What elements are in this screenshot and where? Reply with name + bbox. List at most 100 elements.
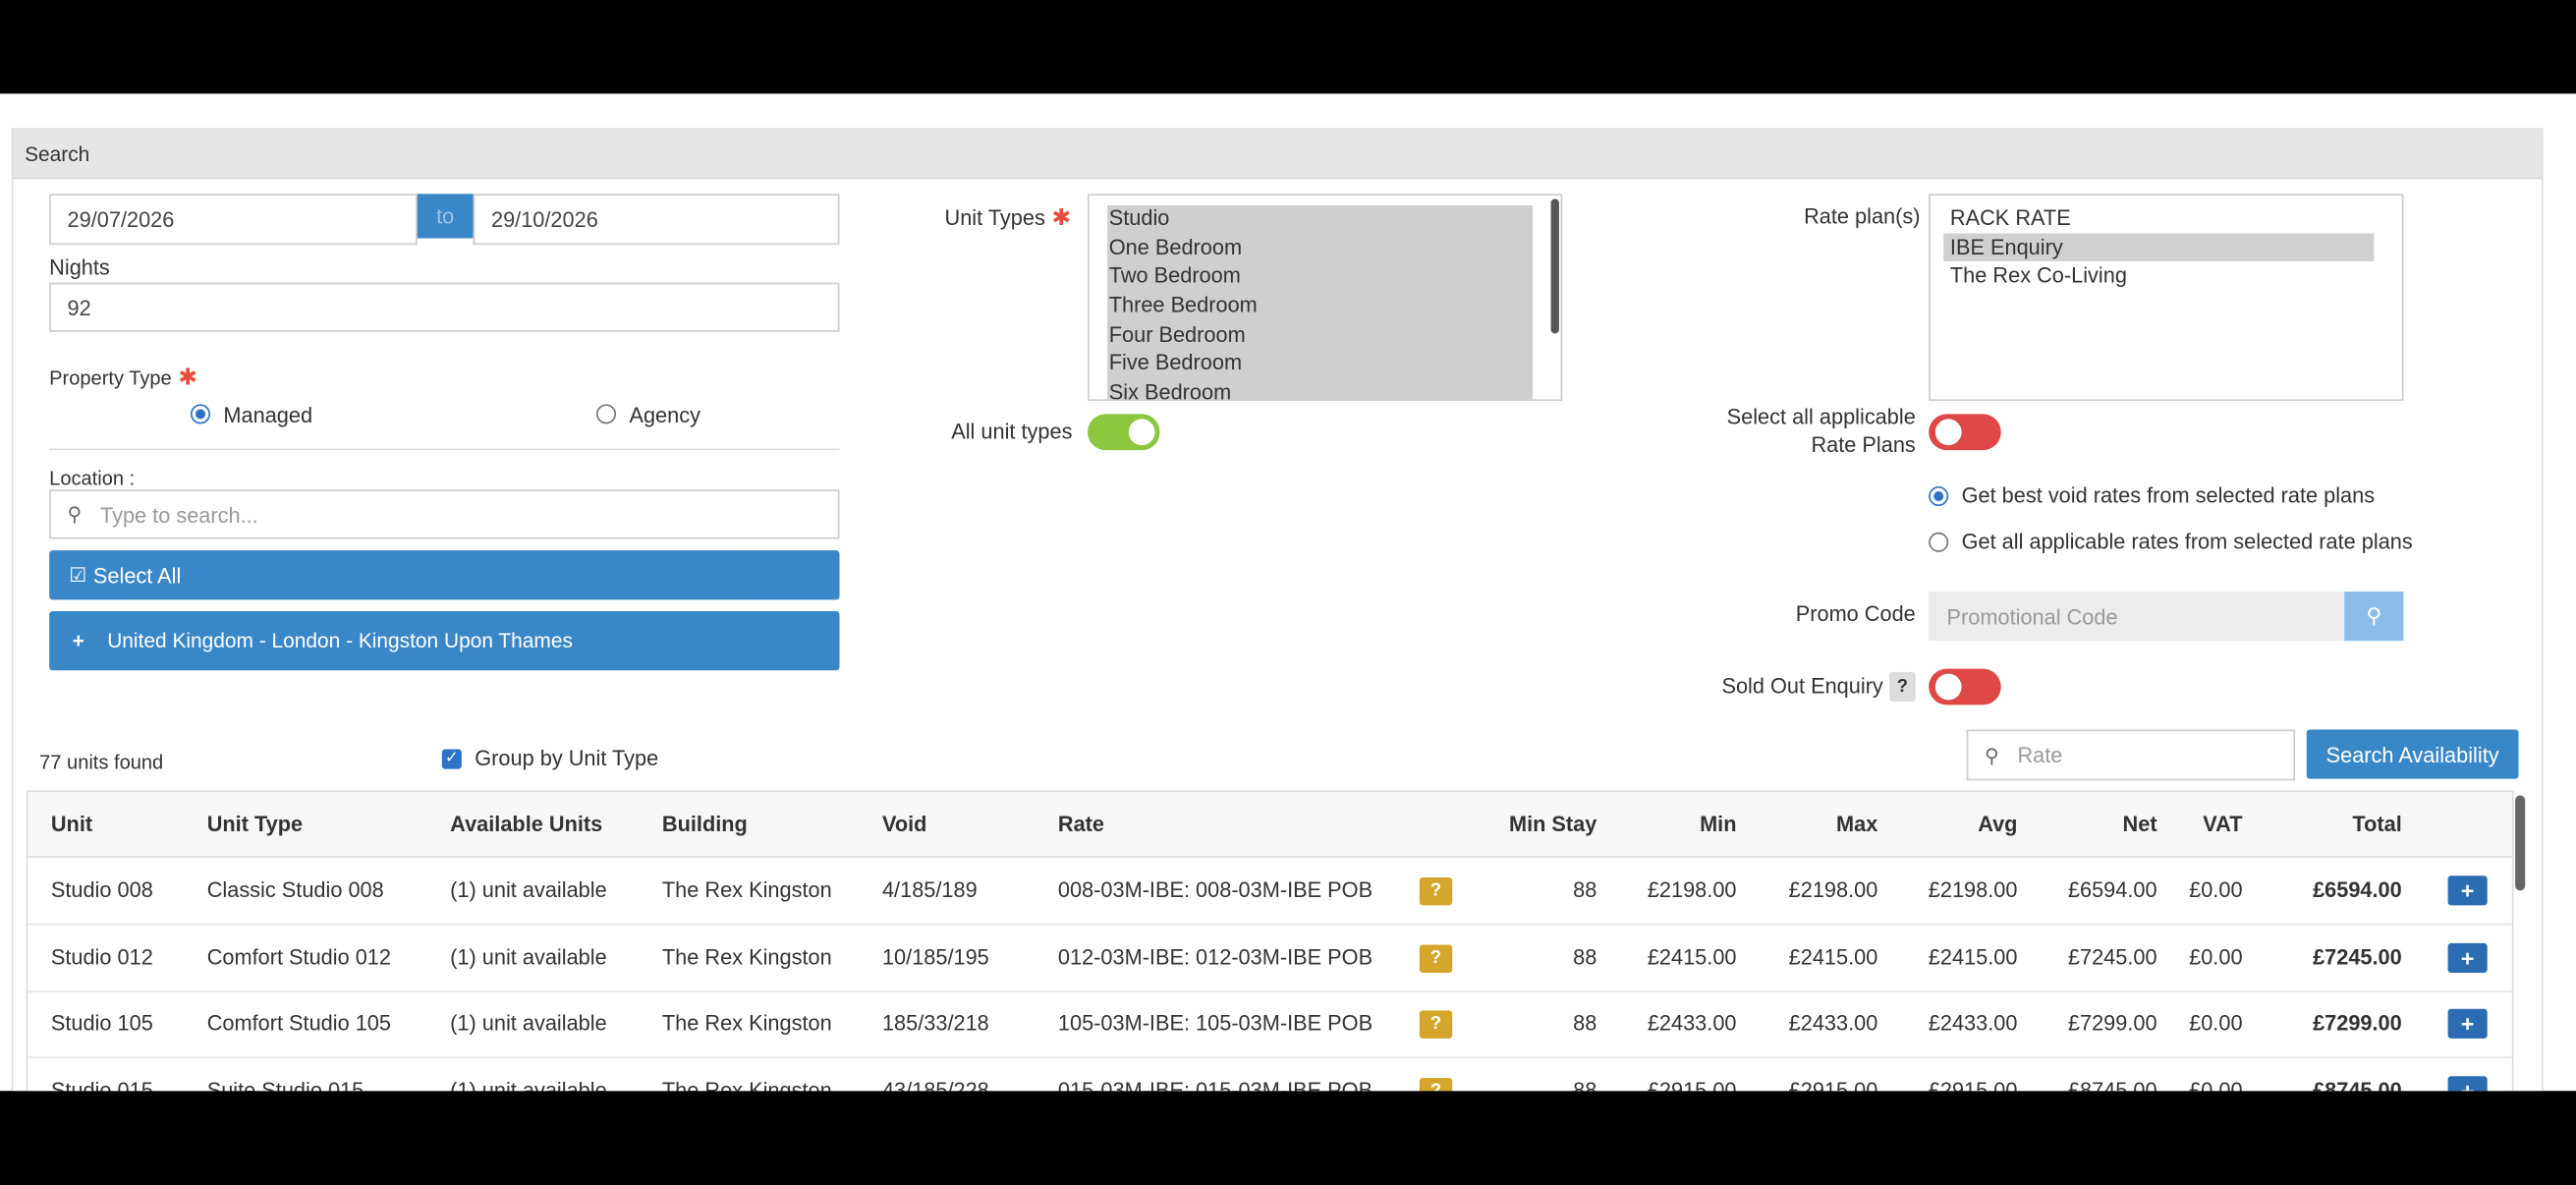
plus-icon: + xyxy=(72,629,84,652)
date-to-addon: to xyxy=(417,194,474,239)
all-unit-types-toggle[interactable] xyxy=(1087,414,1160,451)
unit-type-option[interactable]: Two Bedroom xyxy=(1102,262,1533,292)
cell-rate: 008-03M-IBE: 008-03M-IBE POB xyxy=(1057,876,1373,903)
add-unit-button[interactable]: + xyxy=(2447,1009,2488,1040)
unit-type-option[interactable]: Three Bedroom xyxy=(1102,291,1533,320)
unit-types-scrollbar[interactable] xyxy=(1550,198,1559,334)
column-header[interactable]: Min xyxy=(1605,792,1736,858)
cell-vat: £0.00 xyxy=(2189,1078,2243,1092)
info-badge-icon[interactable]: ? xyxy=(1419,876,1453,906)
date-to-input[interactable]: 29/10/2026 xyxy=(473,194,840,246)
units-found-count: 77 units found xyxy=(39,751,164,774)
unit-type-option[interactable]: Four Bedroom xyxy=(1102,320,1533,350)
column-header[interactable]: Total xyxy=(2259,792,2401,858)
rate-plans-listbox[interactable]: RACK RATE IBE Enquiry The Rex Co-Living xyxy=(1929,194,2404,402)
required-icon: ✱ xyxy=(178,363,198,390)
column-header[interactable]: Building xyxy=(662,792,875,858)
best-void-rates-label: Get best void rates from selected rate p… xyxy=(1961,482,2376,508)
column-header[interactable]: Unit xyxy=(51,792,198,858)
cell-net: £6594.00 xyxy=(2067,876,2157,903)
cell-building: The Rex Kingston xyxy=(661,1011,832,1037)
column-header[interactable]: Unit Type xyxy=(207,792,437,858)
column-header[interactable]: Void xyxy=(882,792,1046,858)
cell-rate: 012-03M-IBE: 012-03M-IBE POB xyxy=(1057,943,1373,970)
table-row: Studio 015 Suite Studio 015 (1) unit avail… xyxy=(28,1058,2511,1092)
rate-plan-option[interactable]: RACK RATE xyxy=(1943,203,2374,233)
group-by-label: Group by Unit Type xyxy=(475,746,659,771)
cell-net: £7245.00 xyxy=(2067,943,2157,970)
location-placeholder: Type to search... xyxy=(100,501,258,527)
checkbox-icon: ☑ xyxy=(69,563,87,587)
column-header[interactable]: VAT xyxy=(2168,792,2242,858)
best-void-rates-radio[interactable] xyxy=(1929,485,1949,507)
promo-code-input[interactable]: Promotional Code xyxy=(1929,591,2346,642)
unit-type-option[interactable]: Studio xyxy=(1102,203,1533,233)
cell-building: The Rex Kingston xyxy=(661,943,832,970)
cell-avg: £2433.00 xyxy=(1928,1011,2018,1037)
search-icon: ⚲ xyxy=(67,502,83,527)
promo-code-label: Promo Code xyxy=(1795,601,1916,627)
nights-input[interactable]: 92 xyxy=(49,282,840,332)
unit-type-option[interactable]: Six Bedroom xyxy=(1102,378,1533,399)
cell-unit: Studio 105 xyxy=(50,1011,153,1037)
sold-out-toggle[interactable] xyxy=(1929,668,2001,705)
info-badge-icon[interactable]: ? xyxy=(1419,1078,1453,1092)
rate-plan-option[interactable]: IBE Enquiry xyxy=(1943,232,2375,262)
column-header[interactable]: Rate xyxy=(1058,792,1403,858)
cell-rate: 015-03M-IBE: 015-03M-IBE POB xyxy=(1057,1078,1373,1092)
cell-building: The Rex Kingston xyxy=(661,876,832,903)
search-availability-button[interactable]: Search Availability xyxy=(2306,729,2519,779)
select-all-rate-plans-toggle[interactable] xyxy=(1929,414,2001,451)
column-header[interactable]: Min Stay xyxy=(1457,792,1596,858)
add-unit-button[interactable]: + xyxy=(2447,942,2488,973)
add-unit-button[interactable]: + xyxy=(2447,1076,2488,1092)
cell-max: £2415.00 xyxy=(1788,943,1878,970)
column-header[interactable]: Net xyxy=(2026,792,2157,858)
column-header[interactable]: Avg xyxy=(1886,792,2017,858)
top-black-bar xyxy=(0,0,2576,94)
cell-max: £2433.00 xyxy=(1788,1011,1878,1037)
unit-types-listbox[interactable]: Studio One Bedroom Two Bedroom Three Bedroo… xyxy=(1087,194,1563,402)
cell-unit: Studio 008 xyxy=(50,876,153,903)
cell-net: £7299.00 xyxy=(2067,1011,2157,1037)
page-content: Search 29/07/2026 to 29/10/2026 Nights 9… xyxy=(0,93,2576,1092)
managed-radio[interactable] xyxy=(190,404,211,424)
cell-type: Comfort Studio 012 xyxy=(206,943,392,970)
help-icon[interactable]: ? xyxy=(1889,671,1916,703)
cell-building: The Rex Kingston xyxy=(661,1078,832,1092)
table-row: Studio 012 Comfort Studio 012 (1) unit ava… xyxy=(28,925,2512,992)
info-badge-icon[interactable]: ? xyxy=(1419,1011,1453,1040)
cell-vat: £0.00 xyxy=(2189,876,2243,903)
cell-avail: (1) unit available xyxy=(450,876,607,903)
cell-min: £2915.00 xyxy=(1647,1078,1737,1092)
cell-total: £6594.00 xyxy=(2313,876,2402,903)
table-row: Studio 008 Classic Studio 008 (1) unit ava… xyxy=(28,858,2512,926)
promo-search-icon[interactable]: ⚲ xyxy=(2344,591,2404,642)
cell-vat: £0.00 xyxy=(2189,1011,2243,1037)
location-item-button[interactable]: + United Kingdom - London - Kingston Upon… xyxy=(49,611,840,671)
rate-plan-option[interactable]: The Rex Co-Living xyxy=(1943,262,2374,292)
rate-filter-input[interactable]: ⚲ Rate xyxy=(1966,729,2296,781)
select-all-button[interactable]: ☑ Select All xyxy=(49,550,840,600)
all-rates-radio[interactable] xyxy=(1929,532,1949,552)
cell-avail: (1) unit available xyxy=(450,1011,607,1037)
panel-title: Search xyxy=(13,130,2542,180)
location-label: Location : xyxy=(49,466,136,490)
table-scrollbar[interactable] xyxy=(2515,795,2526,891)
date-from-input[interactable]: 29/07/2026 xyxy=(49,194,418,246)
unit-type-option[interactable]: Five Bedroom xyxy=(1102,349,1533,378)
cell-void: 185/33/218 xyxy=(881,1011,989,1037)
unit-type-option[interactable]: One Bedroom xyxy=(1102,233,1533,262)
cell-unit: Studio 015 xyxy=(50,1078,153,1092)
location-search-input[interactable]: ⚲ Type to search... xyxy=(49,489,840,539)
add-unit-button[interactable]: + xyxy=(2447,875,2488,906)
cell-avg: £2415.00 xyxy=(1928,943,2018,970)
cell-vat: £0.00 xyxy=(2189,943,2243,970)
info-badge-icon[interactable]: ? xyxy=(1419,943,1453,973)
nights-label: Nights xyxy=(49,254,110,280)
agency-radio[interactable] xyxy=(596,404,617,424)
column-header[interactable]: Max xyxy=(1747,792,1877,858)
table-header: Unit Unit Type Available Units Building Void… xyxy=(28,792,2512,858)
column-header[interactable]: Available Units xyxy=(450,792,655,858)
group-by-checkbox[interactable]: ✓ xyxy=(441,749,462,769)
